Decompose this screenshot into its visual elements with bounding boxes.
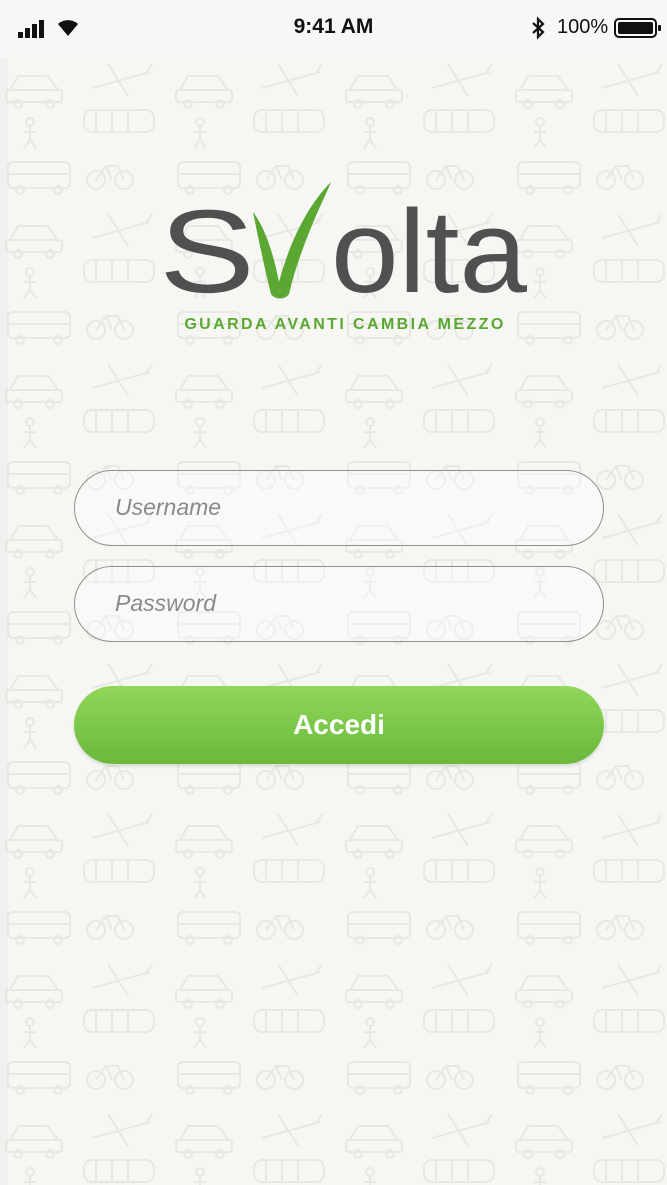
tagline: GUARDA AVANTI CAMBIA MEZZO [184,316,506,333]
svg-text:olta: olta [331,186,527,318]
checkmark-v-icon [253,182,331,299]
bluetooth-icon [532,16,545,40]
username-field[interactable] [74,470,604,546]
battery-percent: 100% [557,16,609,38]
password-input[interactable] [115,567,575,640]
login-button[interactable]: Accedi [74,686,604,764]
username-input[interactable] [115,471,575,544]
login-screen: 9:41 AM 100% S olta GUARDA AVANTI CAMBIA… [0,0,667,1185]
battery-icon [614,18,661,38]
password-field[interactable] [74,566,604,642]
svg-text:S: S [159,186,255,318]
status-bar: 9:41 AM 100% [0,0,667,58]
